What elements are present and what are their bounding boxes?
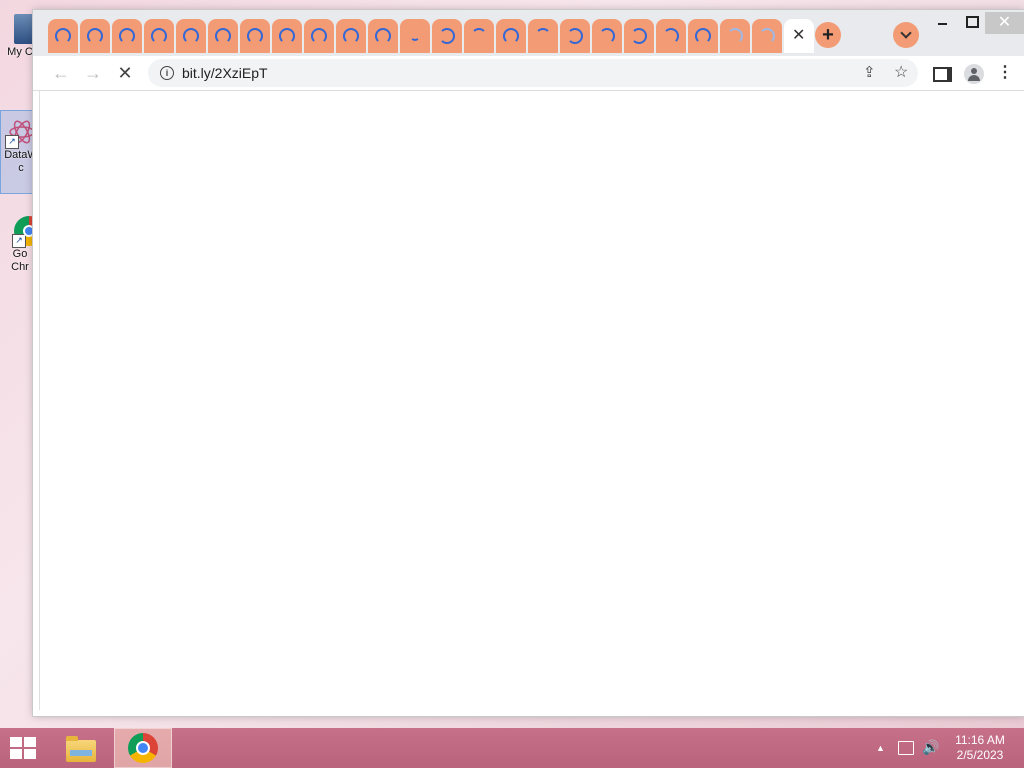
loading-spinner-icon (87, 28, 103, 44)
close-tab-icon[interactable]: ✕ (792, 25, 805, 45)
loading-spinner-icon (247, 28, 263, 44)
back-button[interactable]: ← (47, 59, 75, 87)
loading-spinner-icon (759, 28, 775, 44)
tab-loading[interactable] (400, 19, 430, 53)
tab-loading[interactable] (240, 19, 270, 53)
volume-icon[interactable]: 🔊 (922, 739, 939, 756)
loading-spinner-icon (55, 28, 71, 44)
taskbar: ▲ 🔊 11:16 AM 2/5/2023 (0, 728, 1024, 768)
tab-loading[interactable] (112, 19, 142, 53)
tab-loading[interactable] (432, 19, 462, 53)
loading-spinner-icon (279, 28, 295, 44)
share-icon[interactable]: ⇪ (863, 63, 876, 81)
page-content[interactable] (39, 91, 1024, 710)
folder-icon (66, 736, 96, 762)
browser-menu-button[interactable]: ⋮ (991, 59, 1019, 87)
tab-loading[interactable] (528, 19, 558, 53)
tab-loading[interactable] (208, 19, 238, 53)
browser-window: ✕ + ✕ ← → ✕ i bit.ly/2XziEpT ⇪ ☆ ⋮ (33, 10, 1024, 716)
clock-date: 2/5/2023 (956, 748, 1004, 762)
address-bar[interactable]: i bit.ly/2XziEpT ⇪ ☆ (148, 59, 918, 87)
tab-loading[interactable] (48, 19, 78, 53)
tab-loading[interactable] (720, 19, 750, 53)
maximize-button[interactable] (958, 12, 986, 34)
loading-spinner-icon (471, 28, 487, 44)
loading-spinner-icon (375, 28, 391, 44)
loading-spinner-icon (535, 28, 551, 44)
tab-loading[interactable] (464, 19, 494, 53)
stop-loading-button[interactable]: ✕ (111, 59, 139, 87)
tab-loading[interactable] (624, 19, 654, 53)
loading-spinner-icon (631, 28, 647, 44)
forward-button[interactable]: → (79, 59, 107, 87)
tab-loading[interactable] (560, 19, 590, 53)
loading-spinner-icon (410, 31, 420, 41)
tab-loading[interactable] (336, 19, 366, 53)
show-hidden-icons-icon[interactable]: ▲ (876, 743, 885, 753)
tab-loading[interactable] (144, 19, 174, 53)
close-window-button[interactable]: ✕ (985, 12, 1024, 34)
tab-loading[interactable] (752, 19, 782, 53)
browser-toolbar: ← → ✕ i bit.ly/2XziEpT ⇪ ☆ ⋮ (33, 56, 1024, 91)
taskbar-file-explorer[interactable] (63, 732, 99, 764)
loading-spinner-icon (727, 28, 743, 44)
loading-spinner-icon (599, 28, 615, 44)
tab-loading[interactable] (176, 19, 206, 53)
tab-search-chevron-down-icon[interactable] (893, 22, 919, 48)
site-info-icon[interactable]: i (160, 66, 174, 80)
tab-loading[interactable] (368, 19, 398, 53)
loading-spinner-icon (663, 28, 679, 44)
avatar (964, 64, 984, 85)
tab-loading[interactable] (688, 19, 718, 53)
minimize-button[interactable] (928, 12, 956, 34)
loading-spinner-icon (503, 28, 519, 44)
chrome-icon (128, 733, 158, 763)
loading-spinner-icon (215, 28, 231, 44)
tab-loading[interactable] (496, 19, 526, 53)
taskbar-google-chrome[interactable] (114, 728, 172, 768)
tab-active[interactable]: ✕ (784, 19, 814, 53)
side-panel-icon (932, 66, 952, 82)
start-button[interactable] (10, 737, 38, 759)
loading-spinner-icon (567, 28, 583, 44)
loading-spinner-icon (311, 28, 327, 44)
tab-loading[interactable] (592, 19, 622, 53)
tab-loading[interactable] (80, 19, 110, 53)
tab-loading[interactable] (304, 19, 334, 53)
network-icon[interactable] (898, 741, 914, 755)
loading-spinner-icon (151, 28, 167, 44)
loading-spinner-icon (343, 28, 359, 44)
loading-spinner-icon (695, 28, 711, 44)
clock-time: 11:16 AM (955, 733, 1005, 747)
shortcut-arrow-icon: ↗ (12, 234, 26, 248)
tab-strip: ✕ (48, 19, 816, 53)
system-clock[interactable]: 11:16 AM 2/5/2023 (944, 733, 1016, 763)
side-panel-button[interactable] (928, 59, 956, 87)
url-text[interactable]: bit.ly/2XziEpT (182, 65, 268, 81)
new-tab-button[interactable]: + (815, 22, 841, 48)
bookmark-star-icon[interactable]: ☆ (894, 62, 908, 82)
profile-button[interactable] (960, 59, 988, 87)
loading-spinner-icon (119, 28, 135, 44)
title-bar: ✕ + ✕ (33, 10, 1024, 56)
loading-spinner-icon (439, 28, 455, 44)
tab-loading[interactable] (656, 19, 686, 53)
shortcut-arrow-icon: ↗ (5, 135, 19, 149)
tab-loading[interactable] (272, 19, 302, 53)
loading-spinner-icon (183, 28, 199, 44)
